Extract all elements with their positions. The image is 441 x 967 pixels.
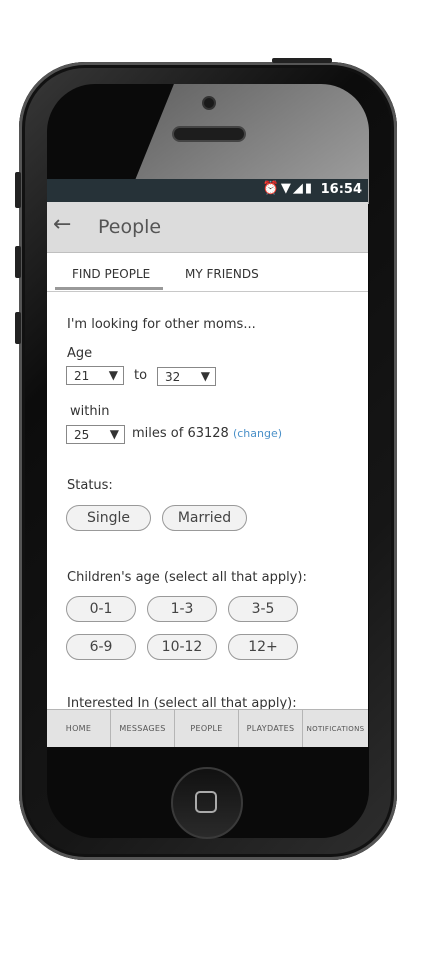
- tab-bar: FIND PEOPLE MY FRIENDS: [47, 253, 368, 292]
- children-age-label: Children's age (select all that apply):: [67, 570, 307, 585]
- child-age-1-3[interactable]: 1-3: [147, 596, 217, 622]
- speaker-grille: [172, 126, 246, 142]
- change-location-link[interactable]: (change): [233, 427, 282, 440]
- child-age-12-plus[interactable]: 12+: [228, 634, 298, 660]
- back-arrow-icon[interactable]: ←: [53, 212, 71, 237]
- status-option-married[interactable]: Married: [162, 505, 247, 531]
- age-from-select[interactable]: 21 ▼: [66, 366, 124, 385]
- status-time: 16:54: [320, 182, 362, 197]
- dropdown-arrow-icon: ▼: [108, 368, 118, 382]
- child-age-6-9[interactable]: 6-9: [66, 634, 136, 660]
- nav-playdates[interactable]: PLAYDATES: [239, 710, 303, 747]
- mute-switch: [15, 172, 21, 208]
- home-square-icon: [195, 791, 217, 813]
- status-label: Status:: [67, 478, 113, 493]
- within-label: within: [70, 404, 110, 419]
- age-to-value: 32: [165, 370, 181, 384]
- camera-icon: [202, 96, 216, 110]
- age-to-select[interactable]: 32 ▼: [157, 367, 216, 386]
- signal-icon: ◢: [292, 181, 305, 196]
- distance-value: 25: [74, 428, 90, 442]
- wifi-icon: ▼: [280, 181, 293, 196]
- page-title: People: [98, 216, 162, 238]
- app-screen: ⏰▼◢▮ 16:54 ← People FIND PEOPLE MY FRIEN…: [47, 179, 368, 747]
- tab-my-friends[interactable]: MY FRIENDS: [185, 267, 259, 281]
- miles-text-row: miles of 63128 (change): [132, 426, 282, 441]
- volume-down-button: [15, 312, 21, 344]
- nav-home[interactable]: HOME: [47, 710, 111, 747]
- miles-text: miles of 63128: [132, 426, 229, 441]
- age-label: Age: [67, 346, 93, 361]
- distance-select[interactable]: 25 ▼: [66, 425, 125, 444]
- child-age-10-12[interactable]: 10-12: [147, 634, 217, 660]
- child-age-0-1[interactable]: 0-1: [66, 596, 136, 622]
- home-button[interactable]: [171, 767, 243, 839]
- child-age-3-5[interactable]: 3-5: [228, 596, 298, 622]
- age-from-value: 21: [74, 369, 90, 383]
- age-to-word: to: [134, 368, 148, 383]
- tab-find-people[interactable]: FIND PEOPLE: [72, 267, 150, 281]
- app-bar: ← People: [47, 202, 368, 253]
- intro-text: I'm looking for other moms...: [67, 317, 256, 332]
- nav-messages[interactable]: MESSAGES: [111, 710, 175, 747]
- alarm-icon: ⏰: [262, 181, 281, 196]
- search-form: I'm looking for other moms... Age 21 ▼ t…: [47, 292, 368, 711]
- active-tab-indicator: [55, 287, 163, 290]
- battery-icon: ▮: [304, 181, 314, 196]
- bottom-navigation: HOME MESSAGES PEOPLE PLAYDATES NOTIFICAT…: [47, 709, 368, 747]
- nav-people[interactable]: PEOPLE: [175, 710, 239, 747]
- nav-notifications[interactable]: NOTIFICATIONS: [303, 710, 368, 747]
- status-option-single[interactable]: Single: [66, 505, 151, 531]
- power-button: [272, 58, 332, 63]
- status-icons: ⏰▼◢▮: [263, 181, 314, 196]
- dropdown-arrow-icon: ▼: [200, 369, 210, 383]
- dropdown-arrow-icon: ▼: [109, 427, 119, 441]
- status-bar: ⏰▼◢▮ 16:54: [47, 179, 368, 202]
- volume-up-button: [15, 246, 21, 278]
